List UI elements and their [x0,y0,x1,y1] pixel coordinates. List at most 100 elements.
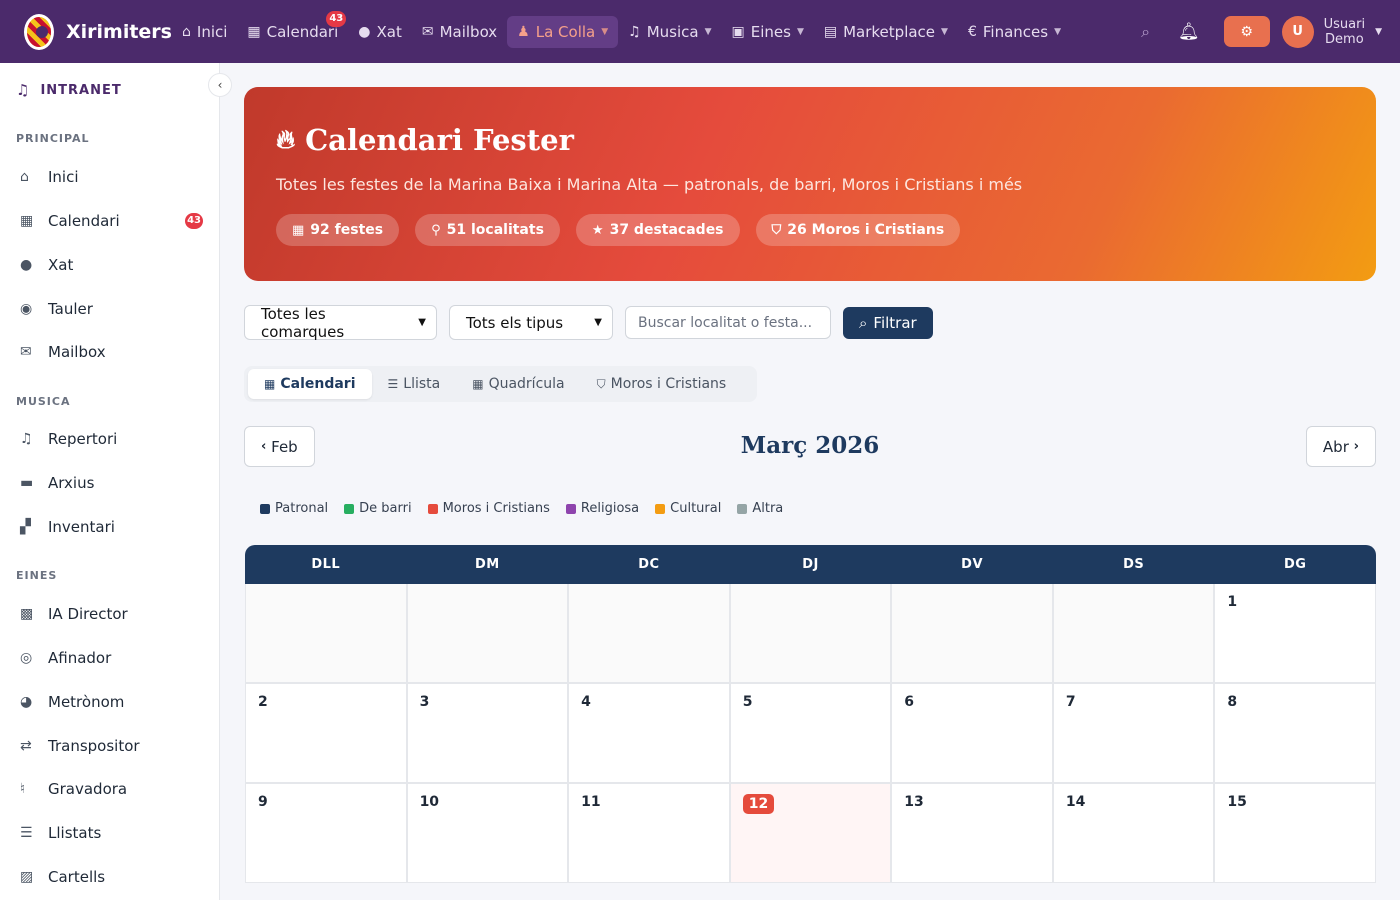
avatar[interactable]: U [1281,15,1314,48]
stat-chip-destacades: ★ 37 destacades [575,214,740,246]
search-input[interactable] [625,306,831,339]
calendar-day-cell[interactable]: 1 [1215,584,1375,682]
sidebar-item-label: Metrònom [48,693,125,711]
tab-calendari[interactable]: ▦ Calendari [248,369,372,399]
chevron-down-icon: ▼ [418,317,426,328]
calendar-day-cell[interactable]: 7 [1053,684,1214,782]
tab-moros-cristians[interactable]: ⛉ Moros i Cristians [581,369,743,399]
sidebar-item-gravadora[interactable]: ♮ Gravadora [0,769,219,809]
weekday-label: DM [475,557,500,572]
nav-item-label: La Colla [535,22,596,41]
calendar-day-cell[interactable]: 2 [246,684,406,782]
sidebar: ♫ INTRANET ‹ PRINCIPAL ⌂ Inici ▦ Calenda… [0,63,232,900]
stat-chip-festes: ▦ 92 festes [276,214,400,246]
search-icon: ⌕ [859,313,868,332]
chevron-down-icon: ▼ [601,26,609,37]
calendar-day-cell[interactable]: 12 [730,784,891,882]
tab-label: Llista [403,376,441,392]
sidebar-item-tauler[interactable]: ◉ Tauler [0,289,219,329]
day-number: 3 [419,694,430,710]
tab-quadricula[interactable]: ▦ Quadrícula [456,369,580,399]
comments-icon: ◉ [20,301,33,317]
nav-item-inici[interactable]: ⌂ Inici [172,16,237,48]
sidebar-item-inici[interactable]: ⌂ Inici [0,157,219,197]
chat-icon: ● [358,23,371,40]
calendar-day-cell[interactable]: 3 [407,684,568,782]
fire-icon: 🔥︎ [276,124,296,155]
nav-item-marketplace[interactable]: ▤ Marketplace ▼ [814,16,958,48]
legend-label: Altra [752,501,784,516]
sidebar-item-llistats[interactable]: ☰ Llistats [0,813,219,853]
filter-button[interactable]: ⌕ Filtrar [843,306,933,339]
day-number: 7 [1065,694,1076,710]
nav-item-label: Xat [376,22,402,41]
calendar-day-cell[interactable]: 4 [569,684,729,782]
legend-label: Moros i Cristians [442,501,550,516]
sidebar-item-repertori[interactable]: ♫ Repertori [0,419,219,459]
notification-badge: 43 [185,213,203,229]
legend-swatch [737,503,748,514]
sidebar-item-metronom[interactable]: ◕ Metrònom [0,682,219,722]
sidebar-item-cartells[interactable]: ▨ Cartells [0,857,219,897]
tab-llista[interactable]: ☰ Llista [372,369,457,399]
weekday-label: DJ [802,557,819,572]
day-number: 4 [581,694,591,710]
sidebar-item-inventari[interactable]: ▞ Inventari [0,507,219,547]
search-icon[interactable]: ⌕ [1141,22,1150,42]
weekday-label: DV [961,557,984,572]
calendar-day-cell[interactable]: 14 [1053,784,1214,882]
sidebar-item-arxius[interactable]: ▬ Arxius [0,463,219,503]
nav-item-musica[interactable]: ♫ Musica ▼ [618,16,721,48]
sidebar-collapse-button[interactable]: ‹ [208,73,232,97]
weekday-label: DC [638,557,660,572]
next-month-label: Abr [1322,437,1349,456]
brand-logo [24,13,54,50]
next-month-button[interactable]: Abr › [1305,426,1376,467]
legend-swatch [565,503,576,514]
calendar-day-cell[interactable]: 9 [246,784,406,882]
nav-item-mailbox[interactable]: ✉ Mailbox [412,16,507,48]
sidebar-item-calendari[interactable]: ▦ Calendari 43 [0,201,219,241]
user-name-first: Usuari [1323,16,1366,32]
settings-button[interactable]: ⚙ [1223,16,1270,47]
calendar-day-cell[interactable]: 11 [569,784,729,882]
calendar-day-cell[interactable]: 6 [892,684,1052,782]
sidebar-item-ia-director[interactable]: ▩ IA Director [0,594,219,634]
chevron-down-icon: ▼ [704,26,712,37]
calendar-grid: DLL DM DC DJ DV DS DG 1 2 3 4 5 6 7 8 9 10 11 12 13 1… [245,545,1376,883]
sidebar-item-xat[interactable]: ● Xat [0,245,219,285]
user-name-last: Demo [1325,31,1364,47]
list-icon: ☰ [387,377,399,391]
comarca-select[interactable]: Totes les comarques ▼ [244,305,437,341]
toolbox-icon: ▣ [731,23,745,40]
legend-swatch [344,503,355,514]
chevron-down-icon: ▼ [796,26,804,37]
nav-item-finances[interactable]: € Finances ▼ [958,16,1071,48]
nav-item-xat[interactable]: ● Xat [348,16,412,48]
calendar-day-cell[interactable]: 8 [1215,684,1375,782]
shield-icon: ⛉ [771,222,782,238]
nav-item-eines[interactable]: ▣ Eines ▼ [722,16,814,48]
sidebar-item-label: Inici [48,168,79,186]
brand[interactable]: Xirimiters [24,13,172,50]
sidebar-item-transpositor[interactable]: ⇄ Transpositor [0,726,219,766]
day-number: 2 [258,694,268,710]
calendar-day-cell[interactable]: 13 [892,784,1052,882]
sidebar-item-label: Llistats [48,824,102,842]
legend-label: Patronal [275,501,329,516]
calendar-day-cell[interactable]: 5 [730,684,891,782]
legend-label: Cultural [670,501,722,516]
sidebar-item-mailbox[interactable]: ✉ Mailbox [0,332,219,372]
tipus-select[interactable]: Tots els tipus ▼ [449,305,613,340]
nav-item-calendari[interactable]: ▦ Calendari 43 [237,10,348,48]
bell-icon[interactable]: 🔔︎ [1178,22,1200,42]
calendar-day-cell[interactable]: 10 [407,784,568,882]
sidebar-item-afinador[interactable]: ◎ Afinador [0,638,219,678]
sidebar-item-label: Gravadora [48,780,128,798]
chat-icon: ● [20,257,33,273]
folder-icon: ▬ [20,475,34,491]
user-menu[interactable]: Usuari Demo [1324,17,1365,47]
calendar-icon: ▦ [292,222,305,238]
nav-item-la-colla[interactable]: ♟ La Colla ▼ [507,15,619,48]
calendar-day-cell[interactable]: 15 [1215,784,1375,882]
